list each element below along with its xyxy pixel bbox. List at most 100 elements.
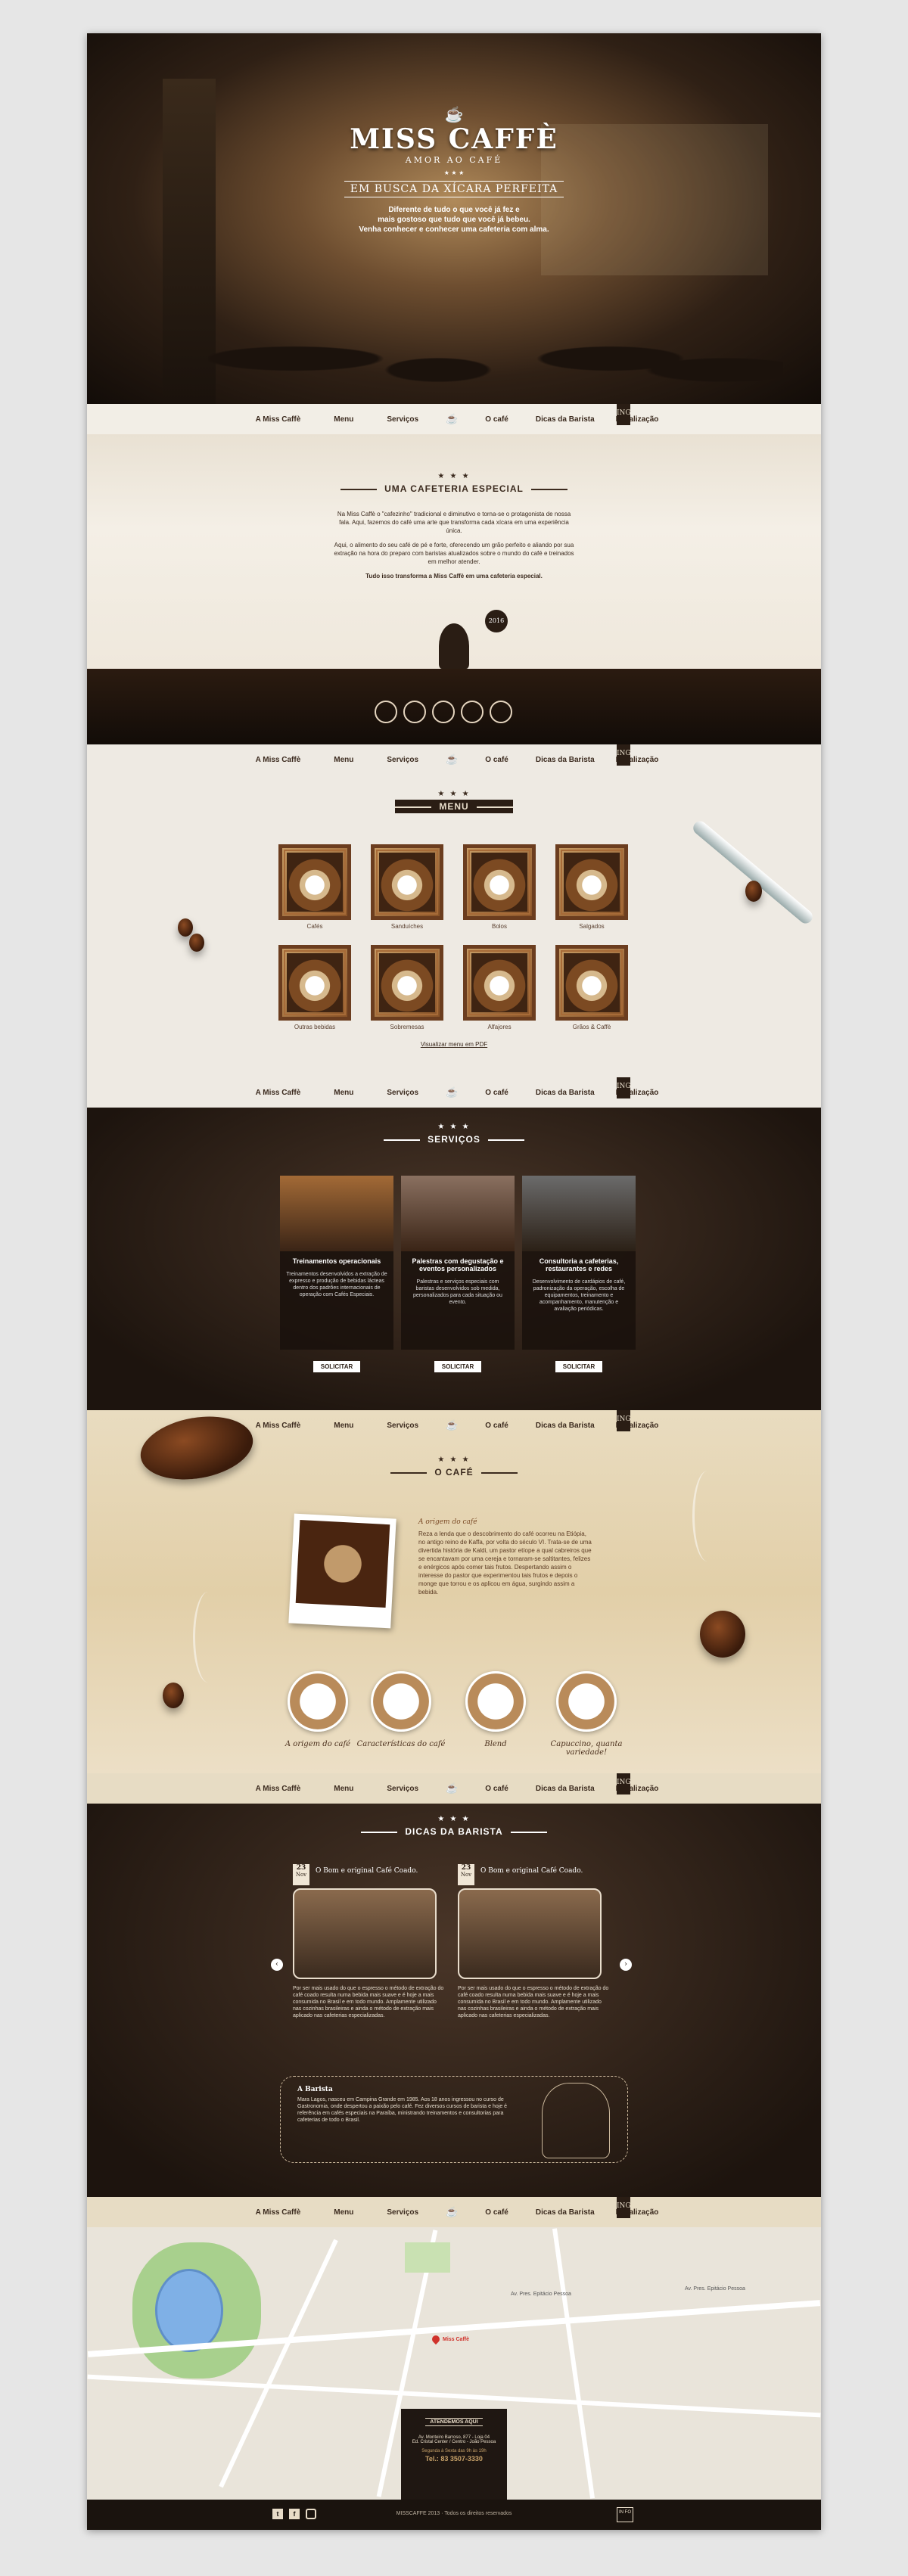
coffee-strip — [87, 669, 821, 744]
menu-item-graos[interactable] — [555, 945, 628, 1021]
blog-post[interactable]: 23 Nov O Bom e original Café Coado. Por s… — [293, 1864, 444, 2018]
coffee-bean-icon — [745, 881, 762, 902]
nav-item-miss-caffe[interactable]: A Miss Caffè — [239, 1089, 318, 1097]
services-section: ★ ★ ★ SERVIÇOS Treinamentos operacionais… — [87, 1108, 821, 1410]
menu-item-bolos[interactable] — [463, 844, 536, 920]
strip-icon[interactable] — [432, 701, 455, 723]
strip-icon[interactable] — [403, 701, 426, 723]
menu-item-cafes[interactable] — [278, 844, 351, 920]
menu-item-sobremesas[interactable] — [371, 945, 443, 1021]
street-label: Av. Pres. Epitácio Pessoa — [511, 2292, 571, 2297]
post-excerpt: Por ser mais usado do que o espresso o m… — [293, 1986, 444, 2018]
cup-icon[interactable]: ☕ — [435, 414, 468, 425]
nav-item-servicos[interactable]: Serviços — [370, 1422, 435, 1430]
nav-item-localizacao[interactable]: Localização — [605, 2208, 670, 2217]
language-flag[interactable]: ING — [617, 1410, 631, 1431]
coffee-bean-icon — [178, 918, 193, 937]
cafe-topic-capuccino[interactable] — [556, 1671, 617, 1732]
section-title: SERVIÇOS — [384, 1134, 524, 1145]
menu-item-salgados[interactable] — [555, 844, 628, 920]
nav-item-servicos[interactable]: Serviços — [370, 1089, 435, 1097]
nav-item-servicos[interactable]: Serviços — [370, 2208, 435, 2217]
cup-icon[interactable]: ☕ — [435, 1420, 468, 1431]
nav-item-localizacao[interactable]: Localização — [605, 756, 670, 764]
language-flag[interactable]: ING — [617, 404, 631, 425]
nav-item-o-cafe[interactable]: O café — [468, 415, 525, 424]
cafe-topic-caracteristicas[interactable] — [371, 1671, 431, 1732]
nav-item-servicos[interactable]: Serviços — [370, 415, 435, 424]
cafe-topic-origem[interactable] — [288, 1671, 348, 1732]
map[interactable]: Av. Pres. Epitácio Pessoa Av. Pres. Epit… — [87, 2227, 821, 2500]
nav-item-miss-caffe[interactable]: A Miss Caffè — [239, 415, 318, 424]
solicitar-button[interactable]: SOLICITAR — [434, 1361, 482, 1372]
nav-item-localizacao[interactable]: Localização — [605, 1089, 670, 1097]
nav-item-miss-caffe[interactable]: A Miss Caffè — [239, 756, 318, 764]
hero-line: mais gostoso que tudo que você já bebeu. — [378, 216, 530, 224]
language-flag[interactable]: ING — [617, 1773, 631, 1794]
footer-logo[interactable]: IN FO — [617, 2507, 633, 2522]
cup-icon[interactable]: ☕ — [435, 754, 468, 766]
hero-line: Diferente de tudo o que você já fez e — [388, 206, 520, 214]
barista-title: A Barista — [297, 2086, 333, 2093]
nav-item-dicas[interactable]: Dicas da Barista — [525, 415, 605, 424]
nav-item-o-cafe[interactable]: O café — [468, 756, 525, 764]
cup-icon[interactable]: ☕ — [435, 2207, 468, 2218]
nav-item-o-cafe[interactable]: O café — [468, 1785, 525, 1793]
nav-item-miss-caffe[interactable]: A Miss Caffè — [239, 2208, 318, 2217]
solicitar-button[interactable]: SOLICITAR — [555, 1361, 603, 1372]
about-section: ★ ★ ★ UMA CAFETERIA ESPECIAL Na Miss Caf… — [87, 434, 821, 669]
section-stars: ★ ★ ★ — [437, 1815, 471, 1823]
strip-icon[interactable] — [375, 701, 397, 723]
language-flag[interactable]: ING — [617, 1077, 631, 1098]
post-image — [293, 1888, 437, 1979]
nav-item-servicos[interactable]: Serviços — [370, 1785, 435, 1793]
menu-item-outras-bebidas[interactable] — [278, 945, 351, 1021]
menu-item-alfajores[interactable] — [463, 945, 536, 1021]
nav-item-menu[interactable]: Menu — [317, 1422, 370, 1430]
cup-icon[interactable]: ☕ — [435, 1087, 468, 1098]
nav-item-menu[interactable]: Menu — [317, 2208, 370, 2217]
nav-item-menu[interactable]: Menu — [317, 1089, 370, 1097]
cafe-topic-blend[interactable] — [465, 1671, 526, 1732]
nav-item-dicas[interactable]: Dicas da Barista — [525, 1785, 605, 1793]
language-flag[interactable]: ING — [617, 744, 631, 766]
nav-item-menu[interactable]: Menu — [317, 1785, 370, 1793]
nav-item-o-cafe[interactable]: O café — [468, 2208, 525, 2217]
nav-item-dicas[interactable]: Dicas da Barista — [525, 1089, 605, 1097]
section-stars: ★ ★ ★ — [437, 1456, 471, 1464]
menu-section: ★ ★ ★ MENU Cafés Sanduíches Bolos Salgad… — [87, 775, 821, 1077]
nav-item-miss-caffe[interactable]: A Miss Caffè — [239, 1422, 318, 1430]
nav-item-menu[interactable]: Menu — [317, 415, 370, 424]
nav-item-dicas[interactable]: Dicas da Barista — [525, 2208, 605, 2217]
nav-item-dicas[interactable]: Dicas da Barista — [525, 1422, 605, 1430]
map-pin-icon[interactable] — [430, 2333, 442, 2345]
service-card: Treinamentos operacionais Treinamentos d… — [280, 1176, 393, 1350]
nav-item-servicos[interactable]: Serviços — [370, 756, 435, 764]
nav-item-o-cafe[interactable]: O café — [468, 1089, 525, 1097]
solicitar-button[interactable]: SOLICITAR — [313, 1361, 361, 1372]
menu-item-sanduiches[interactable] — [371, 844, 443, 920]
cup-icon[interactable]: ☕ — [435, 1783, 468, 1794]
language-flag[interactable]: ING — [617, 2197, 631, 2218]
blog-post[interactable]: 23 Nov O Bom e original Café Coado. Por s… — [458, 1864, 609, 2018]
prev-arrow-icon[interactable]: ‹ — [271, 1959, 283, 1971]
strip-icon[interactable] — [490, 701, 512, 723]
about-paragraph-bold: Tudo isso transforma a Miss Caffè em uma… — [365, 573, 543, 580]
barista-text: Mara Lagos, nasceu em Campina Grande em … — [297, 2097, 508, 2123]
nav-item-menu[interactable]: Menu — [317, 756, 370, 764]
main-nav: A Miss Caffè Menu Serviços ☕ O café Dica… — [87, 404, 821, 434]
nav-item-o-cafe[interactable]: O café — [468, 1422, 525, 1430]
nav-item-localizacao[interactable]: Localização — [605, 1422, 670, 1430]
next-arrow-icon[interactable]: › — [620, 1959, 632, 1971]
menu-pdf-link[interactable]: Visualizar menu em PDF — [87, 1041, 821, 1048]
steam-decoration — [692, 1471, 723, 1561]
nav-item-miss-caffe[interactable]: A Miss Caffè — [239, 1785, 318, 1793]
nav-item-localizacao[interactable]: Localização — [605, 415, 670, 424]
strip-icon[interactable] — [461, 701, 484, 723]
nav-item-localizacao[interactable]: Localização — [605, 1785, 670, 1793]
contact-title: ATENDEMOS AQUI — [425, 2418, 483, 2426]
contact-hours: Segunda à Sexta das 9h às 19h — [421, 2449, 487, 2453]
barista-sketch-icon — [542, 2083, 610, 2158]
cafe-topic-label: Capuccino, quanta variedade! — [550, 1740, 623, 1757]
nav-item-dicas[interactable]: Dicas da Barista — [525, 756, 605, 764]
